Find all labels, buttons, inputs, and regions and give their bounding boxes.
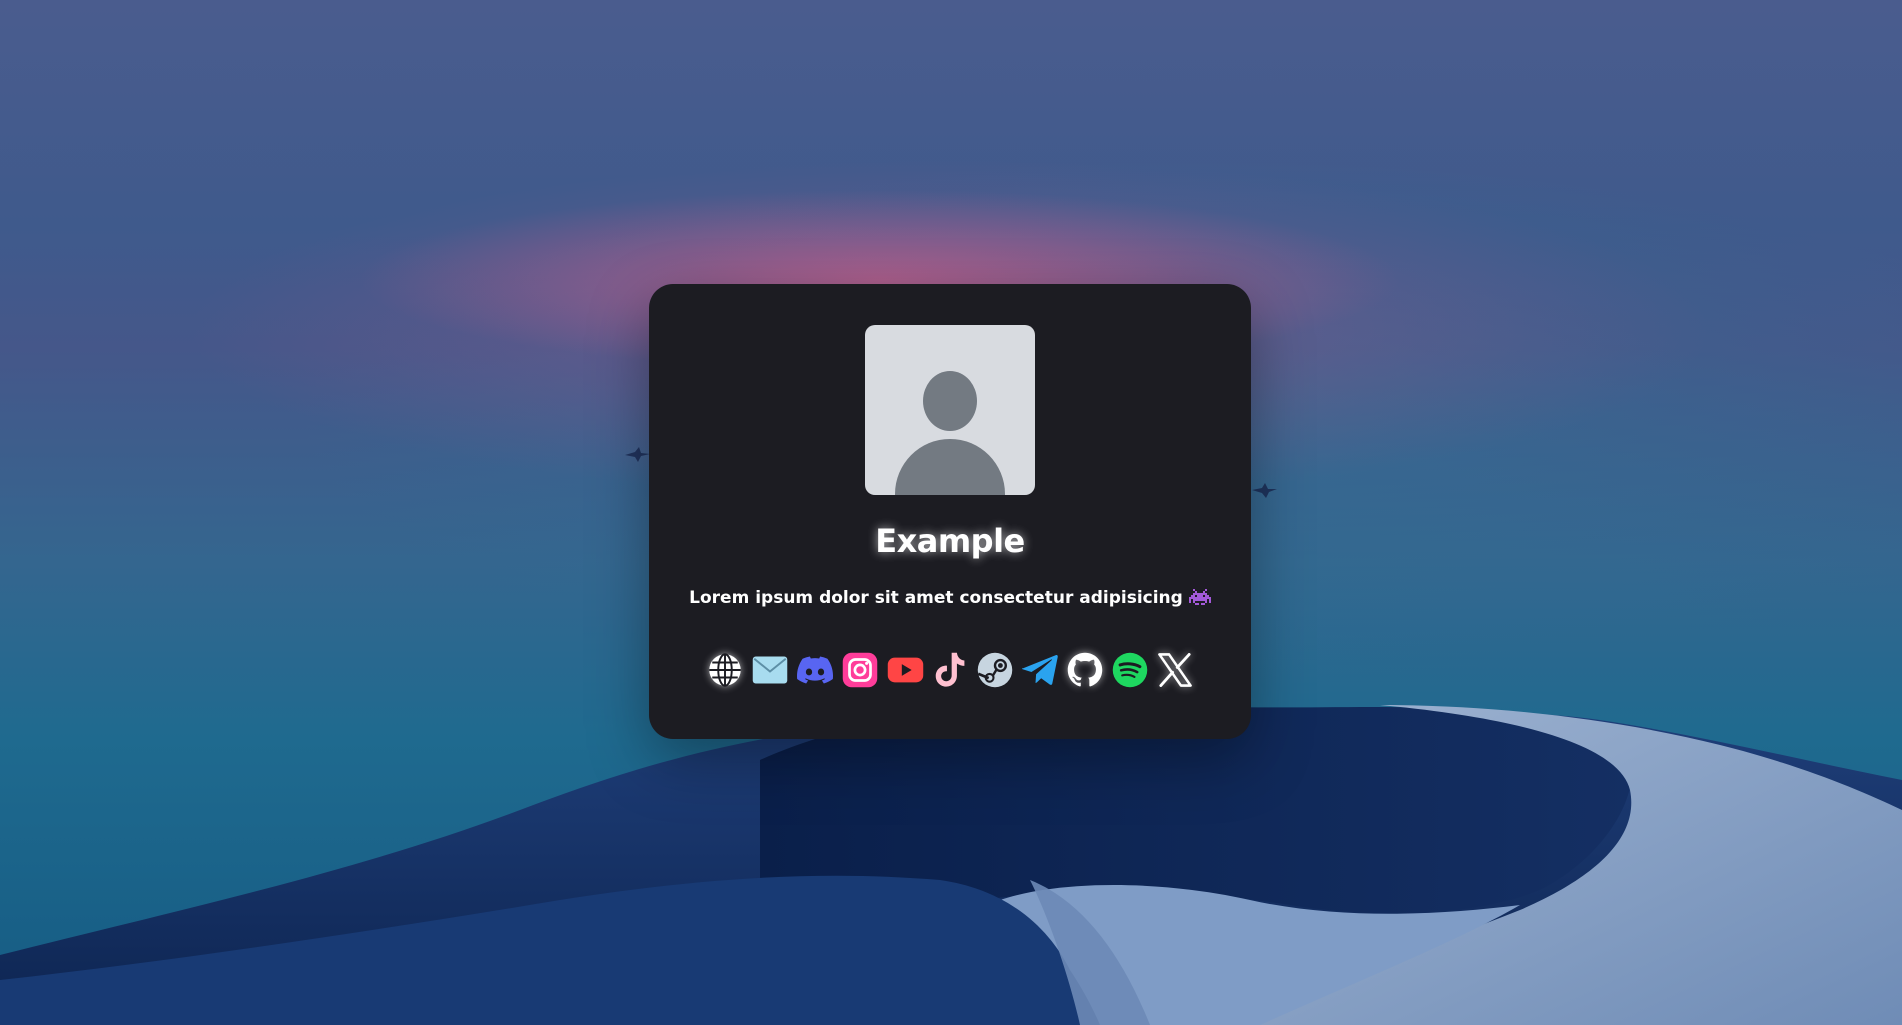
profile-name: Example <box>875 522 1025 560</box>
email-link[interactable] <box>752 651 789 688</box>
youtube-link[interactable] <box>887 651 924 688</box>
avatar-head-shape <box>923 371 977 431</box>
youtube-icon <box>887 657 923 682</box>
profile-bio-line: Lorem ipsum dolor sit amet consectetur a… <box>649 588 1251 611</box>
steam-icon <box>977 652 1013 687</box>
spotify-link[interactable] <box>1112 651 1149 688</box>
x-icon <box>1158 652 1192 687</box>
discord-link[interactable] <box>797 651 834 688</box>
telegram-link[interactable] <box>1022 651 1059 688</box>
tiktok-icon <box>935 652 965 687</box>
spotify-icon <box>1112 652 1148 687</box>
social-links <box>649 651 1251 688</box>
globe-icon <box>709 652 741 687</box>
profile-bio: Lorem ipsum dolor sit amet consectetur a… <box>689 588 1183 608</box>
website-link[interactable] <box>707 651 744 688</box>
steam-link[interactable] <box>977 651 1014 688</box>
profile-card: Example Lorem ipsum dolor sit amet conse… <box>649 284 1251 739</box>
x-link[interactable] <box>1157 651 1194 688</box>
avatar-body-shape <box>895 439 1005 495</box>
space-invader-icon <box>1188 588 1211 611</box>
tiktok-link[interactable] <box>932 651 969 688</box>
instagram-icon <box>842 652 878 687</box>
mail-icon <box>752 656 788 683</box>
avatar <box>865 325 1035 495</box>
instagram-link[interactable] <box>842 651 879 688</box>
github-link[interactable] <box>1067 651 1104 688</box>
telegram-icon <box>1022 654 1058 685</box>
github-icon <box>1067 652 1103 686</box>
discord-icon <box>797 656 833 683</box>
